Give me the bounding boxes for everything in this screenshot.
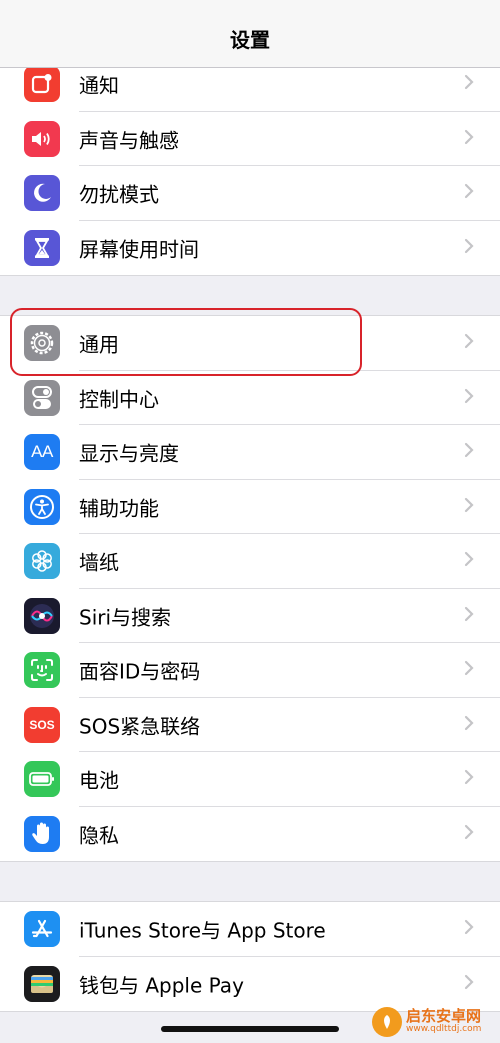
battery-icon: [24, 761, 60, 798]
sos-glyph: SOS: [29, 717, 55, 732]
settings-row-label: SOS紧急联络: [79, 714, 201, 739]
settings-row-label: 墙纸: [79, 550, 119, 575]
app-store-icon: [24, 911, 60, 948]
wallpaper-flower-icon: [24, 543, 60, 580]
settings-row-privacy[interactable]: 隐私: [0, 807, 500, 862]
settings-row-accessibility[interactable]: 辅助功能: [0, 480, 500, 535]
notifications-icon: [24, 66, 60, 103]
settings-row-label: 显示与亮度: [79, 441, 179, 466]
settings-row-label: Siri与搜索: [79, 605, 172, 630]
settings-row-label: 通知: [79, 73, 119, 98]
sos-icon: SOS: [24, 706, 60, 743]
text-size-glyph: AA: [31, 442, 53, 462]
settings-row-screen-time[interactable]: 屏幕使用时间: [0, 221, 500, 276]
chevron-right-icon: [464, 769, 474, 789]
settings-group-2: 通用 控制中心 AA 显示与亮度 辅助功能 墙纸 Siri与搜索 面容ID与密码…: [0, 315, 500, 862]
settings-group-3: iTunes Store与 App Store 钱包与 Apple Pay: [0, 901, 500, 1012]
toggles-icon: [24, 379, 60, 416]
settings-row-control-center[interactable]: 控制中心: [0, 371, 500, 426]
siri-icon: [24, 597, 60, 634]
settings-row-label: 控制中心: [79, 387, 159, 412]
chevron-right-icon: [464, 551, 474, 571]
watermark-logo-icon: [372, 1007, 402, 1037]
watermark-sub-text: www.qdlttdj.com: [406, 1024, 482, 1035]
chevron-right-icon: [464, 919, 474, 939]
chevron-right-icon: [464, 388, 474, 408]
highlight-box: [10, 308, 362, 376]
hourglass-icon: [24, 229, 60, 266]
wallet-icon: [24, 965, 60, 1002]
moon-icon: [24, 175, 60, 212]
chevron-right-icon: [464, 497, 474, 517]
chevron-right-icon: [464, 715, 474, 735]
text-size-icon: AA: [24, 434, 60, 471]
chevron-right-icon: [464, 74, 474, 94]
watermark: 启东安卓网 www.qdlttdj.com: [372, 1003, 498, 1041]
settings-row-label: 钱包与 Apple Pay: [79, 973, 244, 998]
chevron-right-icon: [464, 129, 474, 149]
chevron-right-icon: [464, 606, 474, 626]
chevron-right-icon: [464, 238, 474, 258]
settings-row-do-not-disturb[interactable]: 勿扰模式: [0, 166, 500, 221]
settings-row-sounds[interactable]: 声音与触感: [0, 112, 500, 167]
chevron-right-icon: [464, 442, 474, 462]
navigation-bar: 设置: [0, 0, 500, 68]
home-indicator[interactable]: [161, 1026, 339, 1032]
chevron-right-icon: [464, 824, 474, 844]
settings-row-display[interactable]: AA 显示与亮度: [0, 425, 500, 480]
settings-row-battery[interactable]: 电池: [0, 752, 500, 807]
settings-row-label: iTunes Store与 App Store: [79, 918, 326, 943]
settings-row-label: 屏幕使用时间: [79, 237, 199, 262]
chevron-right-icon: [464, 333, 474, 353]
settings-row-label: 声音与触感: [79, 128, 179, 153]
watermark-main-text: 启东安卓网: [406, 1007, 482, 1026]
settings-row-label: 辅助功能: [79, 496, 159, 521]
settings-row-emergency-sos[interactable]: SOS SOS紧急联络: [0, 698, 500, 753]
chevron-right-icon: [464, 974, 474, 994]
settings-row-face-id[interactable]: 面容ID与密码: [0, 643, 500, 698]
page-title: 设置: [230, 28, 270, 52]
settings-row-label: 隐私: [79, 823, 119, 848]
settings-row-label: 勿扰模式: [79, 182, 159, 207]
settings-row-itunes-app-store[interactable]: iTunes Store与 App Store: [0, 902, 500, 957]
settings-row-siri[interactable]: Siri与搜索: [0, 589, 500, 644]
settings-row-label: 电池: [79, 768, 119, 793]
settings-row-label: 面容ID与密码: [79, 659, 201, 684]
chevron-right-icon: [464, 660, 474, 680]
sound-icon: [24, 120, 60, 157]
hand-icon: [24, 815, 60, 852]
face-id-icon: [24, 652, 60, 689]
settings-row-wallpaper[interactable]: 墙纸: [0, 534, 500, 589]
chevron-right-icon: [464, 183, 474, 203]
settings-group-1: 通知 声音与触感 勿扰模式 屏幕使用时间: [0, 56, 500, 276]
accessibility-icon: [24, 488, 60, 525]
watermark-text: 启东安卓网 www.qdlttdj.com: [406, 1009, 481, 1034]
